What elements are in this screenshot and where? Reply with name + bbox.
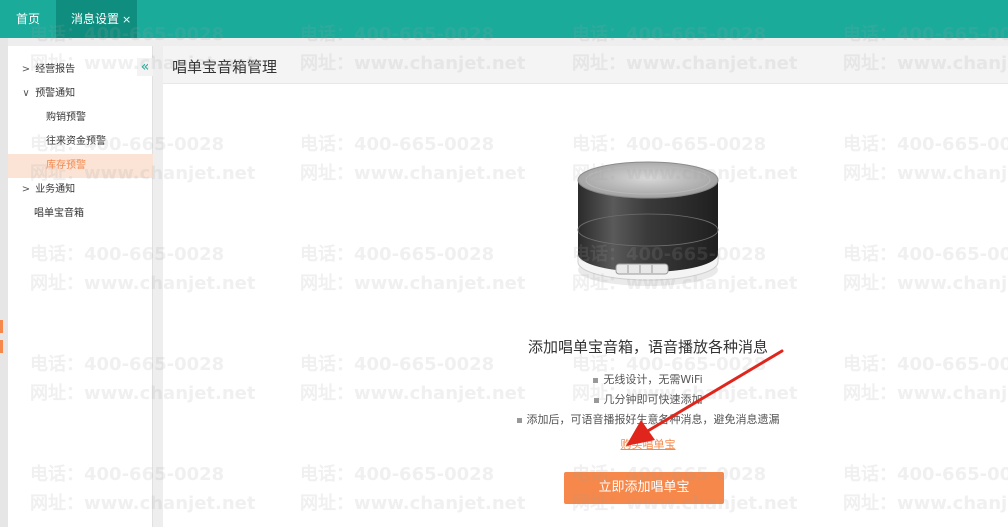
left-edge-marker	[0, 340, 3, 353]
sidebar-item-purchase-sales-warning[interactable]: 购销预警	[8, 106, 153, 130]
sidebar-item-inventory-warning[interactable]: 库存预警	[8, 154, 153, 178]
left-edge-marker	[0, 320, 3, 333]
sidebar-item-speaker[interactable]: 唱单宝音箱	[8, 202, 153, 226]
sidebar-item-warning-notice[interactable]: ∨ 预警通知	[8, 82, 153, 106]
page-title: 唱单宝音箱管理	[172, 58, 278, 76]
sidebar-item-label: 往来资金预警	[46, 136, 106, 147]
sidebar-item-funds-warning[interactable]: 往来资金预警	[8, 130, 153, 154]
sidebar-item-label: 购销预警	[46, 112, 86, 123]
speaker-headline: 添加唱单宝音箱，语音播放各种消息	[527, 338, 768, 356]
speaker-image	[577, 161, 719, 286]
bullet-icon	[593, 377, 599, 383]
feature-text: 无线设计，无需WiFi	[603, 373, 703, 386]
tab-message-settings[interactable]: 消息设置 ×	[56, 0, 137, 38]
feature-item: 添加后，可语音播报好生意各种消息，避免消息遗漏	[463, 411, 833, 427]
sidebar-item-business-report[interactable]: > 经营报告	[8, 58, 153, 82]
tab-home-label: 首页	[15, 12, 40, 26]
content-header	[163, 46, 1008, 84]
tab-message-settings-label: 消息设置	[71, 12, 120, 26]
sidebar-item-business-notice[interactable]: > 业务通知	[8, 178, 153, 202]
chevron-right-icon: >	[21, 184, 31, 195]
feature-item: 几分钟即可快速添加	[463, 391, 833, 407]
buy-speaker-link[interactable]: 购买唱单宝	[598, 436, 698, 452]
left-edge-strip	[0, 38, 8, 527]
sidebar-item-label: 业务通知	[35, 184, 76, 195]
chevron-right-icon: >	[21, 64, 31, 75]
bullet-icon	[593, 397, 599, 403]
add-speaker-button[interactable]: 立即添加唱单宝	[564, 472, 724, 504]
chevron-down-icon: ∨	[22, 88, 30, 99]
close-icon[interactable]: ×	[122, 13, 131, 26]
bullet-icon	[516, 417, 522, 423]
sidebar-item-label: 经营报告	[35, 64, 76, 75]
sidebar-item-label: 唱单宝音箱	[34, 208, 84, 219]
tab-home[interactable]: 首页	[0, 0, 56, 38]
feature-text: 添加后，可语音播报好生意各种消息，避免消息遗漏	[526, 413, 780, 426]
sidebar-item-label: 库存预警	[46, 160, 86, 171]
feature-item: 无线设计，无需WiFi	[463, 371, 833, 387]
sidebar-item-label: 预警通知	[35, 88, 76, 99]
feature-text: 几分钟即可快速添加	[603, 393, 703, 406]
top-bar	[0, 0, 1008, 38]
